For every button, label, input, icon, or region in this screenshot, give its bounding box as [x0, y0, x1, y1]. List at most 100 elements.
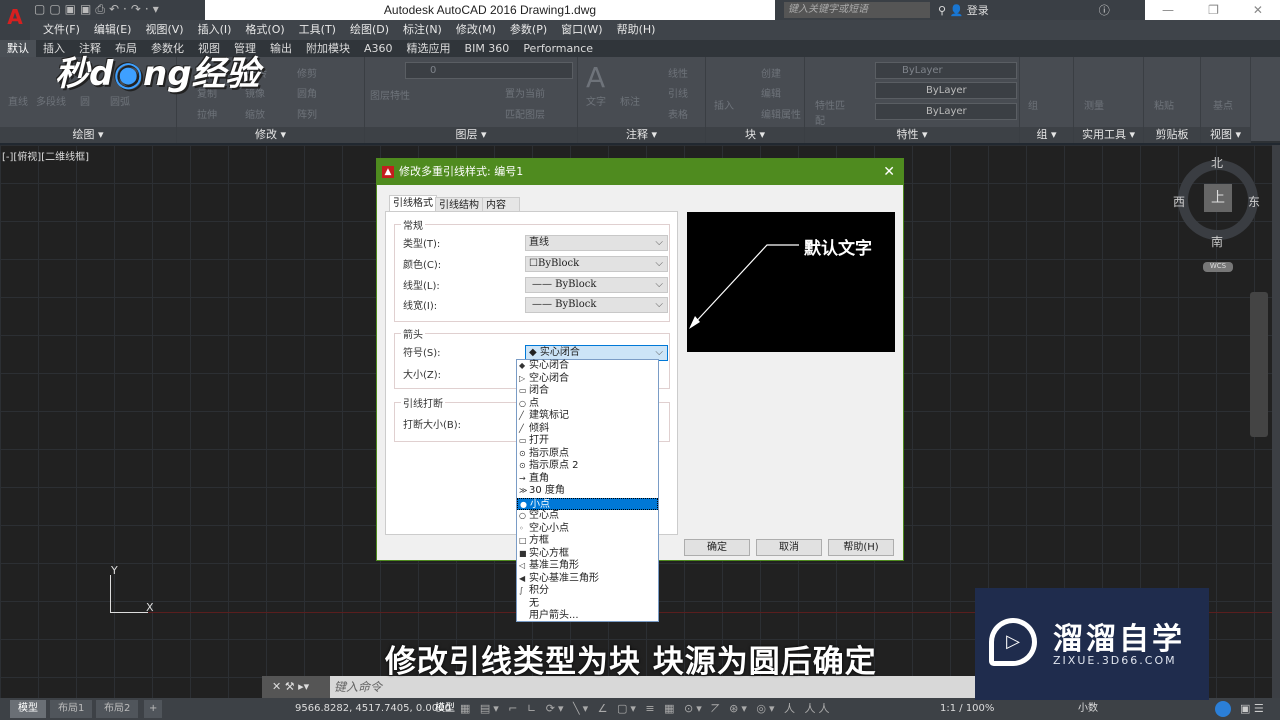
- layer-dropdown[interactable]: 0: [405, 62, 573, 79]
- tab-model[interactable]: 模型: [10, 700, 46, 718]
- arrow-option[interactable]: ◀ 实心基准三角形: [517, 573, 658, 586]
- restore-icon[interactable]: ❐: [1208, 0, 1219, 20]
- tab-default[interactable]: 默认: [0, 40, 36, 57]
- vertical-scrollbar[interactable]: [1272, 145, 1280, 698]
- type-select[interactable]: 直线 ⌵: [525, 235, 668, 251]
- command-input[interactable]: 键入命令: [334, 676, 382, 698]
- panel-title[interactable]: 视图 ▾: [1201, 127, 1250, 143]
- close-icon[interactable]: ✕: [1253, 0, 1263, 20]
- text-icon[interactable]: A: [586, 61, 605, 94]
- menu-edit[interactable]: 编辑(E): [87, 20, 139, 40]
- panel-title[interactable]: 特性 ▾: [805, 127, 1019, 143]
- set-current-button[interactable]: 置为当前: [505, 85, 545, 100]
- match-properties-button[interactable]: 特性匹配: [815, 97, 845, 127]
- menu-dimension[interactable]: 标注(N): [396, 20, 449, 40]
- tab-layout1[interactable]: 布局1: [50, 700, 93, 718]
- menu-tools[interactable]: 工具(T): [292, 20, 343, 40]
- scale-tool[interactable]: 缩放: [245, 106, 265, 121]
- tab-output[interactable]: 输出: [263, 40, 299, 57]
- arrow-option[interactable]: ▭ 打开: [517, 435, 658, 448]
- coordinates-readout[interactable]: 9566.8282, 4517.7405, 0.0000: [295, 698, 451, 720]
- arrow-option[interactable]: ≫ 30 度角: [517, 485, 658, 498]
- search-input[interactable]: 键入关键字或短语: [784, 2, 930, 18]
- arrow-option[interactable]: ◁ 基准三角形: [517, 560, 658, 573]
- arrow-option[interactable]: □ 方框: [517, 535, 658, 548]
- application-menu-button[interactable]: A: [0, 0, 30, 40]
- login-button[interactable]: ⚲ 👤 登录 ⓘ: [938, 2, 1110, 18]
- linetype-dropdown[interactable]: ByLayer: [875, 82, 1017, 99]
- compass-east[interactable]: 东: [1248, 193, 1260, 210]
- insert-block-button[interactable]: 插入: [714, 97, 734, 112]
- navigation-bar[interactable]: [1250, 292, 1268, 437]
- arrow-option[interactable]: ▭ 闭合: [517, 385, 658, 398]
- arrow-option[interactable]: 用户箭头...: [517, 610, 658, 623]
- panel-title[interactable]: 块 ▾: [706, 127, 804, 143]
- stretch-tool[interactable]: 拉伸: [197, 106, 217, 121]
- tab-featured-apps[interactable]: 精选应用: [400, 40, 458, 57]
- units-select[interactable]: 小数: [1078, 698, 1098, 720]
- compass-south[interactable]: 南: [1211, 233, 1223, 250]
- menu-modify[interactable]: 修改(M): [449, 20, 503, 40]
- match-layer-button[interactable]: 匹配图层: [505, 106, 545, 121]
- tab-addins[interactable]: 附加模块: [299, 40, 357, 57]
- help-icon[interactable]: ⓘ: [1099, 4, 1110, 17]
- menu-view[interactable]: 视图(V): [138, 20, 190, 40]
- menu-insert[interactable]: 插入(I): [191, 20, 239, 40]
- arrow-option[interactable]: ∫ 积分: [517, 585, 658, 598]
- panel-title[interactable]: 剪贴板: [1144, 127, 1200, 143]
- tab-leader-structure[interactable]: 引线结构: [435, 197, 483, 212]
- wcs-menu[interactable]: WCS: [1203, 262, 1233, 272]
- color-dropdown[interactable]: ByLayer: [875, 62, 1017, 79]
- isolate-objects-icon[interactable]: [1215, 701, 1231, 717]
- line-tool[interactable]: 直线: [8, 93, 28, 108]
- panel-title[interactable]: 修改 ▾: [177, 127, 364, 143]
- menu-draw[interactable]: 绘图(D): [343, 20, 396, 40]
- base-point-button[interactable]: 基点: [1213, 97, 1233, 112]
- paste-button[interactable]: 粘贴: [1154, 97, 1174, 112]
- arc-tool[interactable]: 圆弧: [110, 93, 130, 108]
- menu-window[interactable]: 窗口(W): [554, 20, 609, 40]
- model-space-toggle[interactable]: 模型: [435, 698, 455, 720]
- lineweight-select[interactable]: —— ByBlock ⌵: [525, 297, 668, 313]
- leader-tool[interactable]: 引线: [668, 85, 688, 100]
- menu-format[interactable]: 格式(O): [238, 20, 291, 40]
- tab-a360[interactable]: A360: [357, 40, 400, 57]
- viewport-controls[interactable]: [-][俯视][二维线框]: [2, 148, 89, 163]
- tab-content[interactable]: 内容: [482, 197, 520, 212]
- arrow-option[interactable]: ⊙ 指示原点 2: [517, 460, 658, 473]
- arrow-option[interactable]: ▷ 空心闭合: [517, 373, 658, 386]
- fillet-tool[interactable]: 圆角: [297, 85, 317, 100]
- table-tool[interactable]: 表格: [668, 106, 688, 121]
- tab-layout2[interactable]: 布局2: [96, 700, 139, 718]
- help-button[interactable]: 帮助(H): [828, 539, 894, 556]
- panel-title[interactable]: 图层 ▾: [365, 127, 577, 143]
- menu-parametric[interactable]: 参数(P): [503, 20, 554, 40]
- tab-leader-format[interactable]: 引线格式: [389, 195, 437, 212]
- edit-block-button[interactable]: 编辑: [761, 85, 781, 100]
- panel-title[interactable]: 绘图 ▾: [0, 127, 176, 143]
- arrow-option[interactable]: ■ 实心方框: [517, 548, 658, 561]
- panel-title[interactable]: 注释 ▾: [578, 127, 705, 143]
- compass-north[interactable]: 北: [1211, 154, 1223, 171]
- circle-tool[interactable]: 圆: [80, 93, 90, 108]
- group-button[interactable]: 组: [1028, 97, 1038, 112]
- close-icon[interactable]: ✕: [883, 159, 895, 185]
- trim-tool[interactable]: 修剪: [297, 65, 317, 80]
- measure-button[interactable]: 测量: [1084, 97, 1104, 112]
- arrow-option[interactable]: ◆ 实心闭合: [517, 360, 658, 373]
- compass-west[interactable]: 西: [1173, 193, 1185, 210]
- color-select[interactable]: ☐ByBlock ⌵: [525, 256, 668, 272]
- text-tool[interactable]: 文字: [586, 93, 606, 108]
- arrow-option[interactable]: ╱ 建筑标记: [517, 410, 658, 423]
- arrow-option[interactable]: → 直角: [517, 473, 658, 486]
- minimize-icon[interactable]: —: [1162, 0, 1174, 20]
- layer-properties-button[interactable]: 图层特性: [370, 87, 410, 102]
- panel-title[interactable]: 组 ▾: [1020, 127, 1073, 143]
- dimension-tool[interactable]: 标注: [620, 93, 640, 108]
- polyline-tool[interactable]: 多段线: [36, 93, 66, 108]
- arrow-option[interactable]: ╱ 倾斜: [517, 423, 658, 436]
- status-toggles[interactable]: ▦ ▤▾ ⌐ ∟ ⟳▾ ╲▾ ∠ ▢▾ ≡ ▦ ⊙▾ ⦢ ⊛▾ ◎▾ 人 人人: [460, 698, 833, 720]
- arrow-option[interactable]: 无: [517, 598, 658, 611]
- command-line-tools[interactable]: ✕ ⚒ ▸▾: [262, 676, 330, 698]
- edit-attributes-button[interactable]: 编辑属性: [761, 106, 801, 121]
